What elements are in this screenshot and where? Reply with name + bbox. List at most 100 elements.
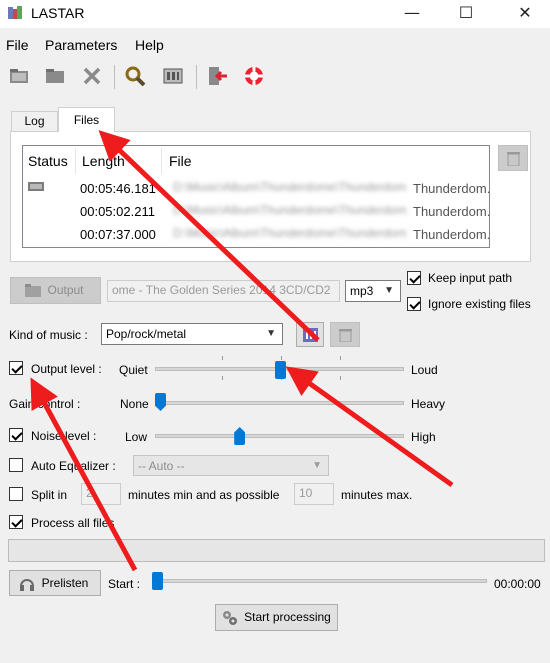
menu-help[interactable]: Help [135, 37, 164, 53]
output-level-min-label: Quiet [119, 363, 148, 377]
auto-equalizer-label: Auto Equalizer : [31, 459, 116, 473]
delete-music-preset-button[interactable] [330, 322, 360, 347]
trash-icon [339, 329, 352, 342]
noise-level-label: Noise level : [31, 429, 97, 443]
column-divider [75, 148, 76, 174]
maximize-icon: ☐ [458, 3, 474, 22]
menu-parameters[interactable]: Parameters [45, 37, 117, 53]
split-max-label: minutes max. [341, 488, 413, 502]
edit-music-preset-button[interactable] [296, 322, 324, 347]
split-checkbox[interactable] [9, 487, 23, 501]
close-button[interactable]: ✕ [502, 0, 548, 28]
column-header-status[interactable]: Status [28, 153, 68, 169]
table-row[interactable]: 00:05:02.211 D:\Music\Album\Thunderdome\… [23, 201, 489, 223]
output-button-label: Output [47, 283, 84, 297]
start-processing-label: Start processing [244, 610, 331, 624]
process-all-files-checkbox[interactable] [9, 515, 23, 529]
noise-level-min-label: Low [125, 430, 148, 444]
noise-level-slider-thumb[interactable] [234, 427, 246, 445]
minimize-icon: — [404, 3, 420, 22]
maximize-button[interactable]: ☐ [443, 0, 489, 28]
kind-of-music-value: Pop/rock/metal [106, 327, 187, 341]
column-header-length[interactable]: Length [82, 153, 152, 169]
gears-icon [223, 611, 237, 625]
prelisten-button[interactable]: Prelisten [9, 570, 101, 596]
start-processing-button[interactable]: Start processing [215, 604, 338, 631]
prelisten-time: 00:00:00 [494, 577, 541, 591]
noise-level-checkbox[interactable] [9, 428, 23, 442]
delete-icon[interactable] [80, 64, 104, 88]
output-button[interactable]: Output [10, 277, 101, 304]
title-bar: LASTAR — ☐ ✕ [0, 0, 550, 28]
toolbar-separator [114, 65, 115, 89]
gain-control-track[interactable] [155, 401, 404, 405]
lastar-window: LASTAR — ☐ ✕ File Parameters Help Log Fi… [0, 0, 550, 663]
gain-control-label: Gain control : [9, 397, 81, 411]
settings-icon[interactable] [161, 64, 185, 88]
help-lifebuoy-icon[interactable] [242, 64, 266, 88]
headphones-icon [20, 579, 34, 591]
prelisten-position-thumb[interactable] [152, 572, 163, 590]
split-max-input[interactable]: 10 [294, 483, 334, 505]
output-level-checkbox[interactable] [9, 361, 23, 375]
auto-equalizer-value: -- Auto -- [138, 459, 185, 473]
column-divider [161, 148, 162, 174]
menu-file[interactable]: File [6, 37, 29, 53]
column-header-file[interactable]: File [169, 153, 192, 169]
row-file: Thunderdom... [413, 227, 490, 242]
output-format-value: mp3 [350, 284, 374, 298]
slider-tick [222, 376, 223, 380]
tab-log[interactable]: Log [11, 111, 58, 132]
folder-icon[interactable] [43, 64, 67, 88]
slider-tick [340, 376, 341, 380]
menu-bar: File Parameters Help [0, 34, 550, 56]
output-level-label: Output level : [31, 362, 102, 376]
split-label: Split in [31, 488, 68, 502]
table-row[interactable]: 00:05:46.181 D:\Music\Album\Thunderdome\… [23, 178, 489, 200]
slider-tick [222, 356, 223, 360]
kind-of-music-label: Kind of music : [9, 328, 88, 342]
row-length: 00:05:46.181 [80, 181, 156, 196]
folder-icon [25, 284, 41, 297]
chevron-down-icon: ▼ [384, 285, 394, 296]
auto-equalizer-checkbox[interactable] [9, 458, 23, 472]
toolbar [0, 60, 550, 94]
kind-of-music-select[interactable]: Pop/rock/metal ▼ [101, 323, 283, 345]
keep-input-path-checkbox[interactable] [407, 271, 421, 285]
prelisten-button-label: Prelisten [41, 576, 89, 590]
output-level-slider-thumb[interactable] [275, 361, 286, 379]
split-min-label: minutes min and as possible [128, 488, 280, 502]
exit-icon[interactable] [205, 64, 229, 88]
start-position-label: Start : [108, 577, 141, 591]
ignore-existing-label: Ignore existing files [428, 297, 531, 311]
row-length: 00:07:37.000 [80, 227, 156, 242]
split-min-input[interactable]: 2 [81, 483, 121, 505]
search-icon[interactable] [123, 64, 147, 88]
auto-equalizer-select[interactable]: -- Auto -- ▼ [133, 455, 329, 476]
row-length: 00:05:02.211 [80, 204, 155, 219]
slider-tick [281, 356, 282, 360]
toolbar-separator [196, 65, 197, 89]
window-title: LASTAR [31, 5, 85, 21]
process-all-files-label: Process all files [31, 516, 115, 530]
minimize-button[interactable]: — [389, 0, 435, 28]
output-format-select[interactable]: mp3 ▼ [345, 280, 401, 302]
noise-level-track[interactable] [155, 434, 404, 438]
output-path-field[interactable]: ome - The Golden Series 2014 3CD/CD2 [107, 280, 340, 302]
prelisten-position-track[interactable] [154, 579, 487, 583]
slider-tick [340, 356, 341, 360]
gain-control-max-label: Heavy [411, 397, 446, 411]
gain-control-slider-thumb[interactable] [155, 393, 166, 411]
row-file: Thunderdom... [413, 181, 490, 196]
settings-icon [303, 328, 318, 342]
table-row[interactable]: 00:07:37.000 D:\Music\Album\Thunderdome\… [23, 224, 489, 246]
gain-control-min-label: None [120, 397, 149, 411]
open-folder-icon[interactable] [7, 64, 31, 88]
ignore-existing-checkbox[interactable] [407, 297, 421, 311]
app-logo-icon [8, 6, 22, 19]
noise-level-max-label: High [411, 430, 436, 444]
tab-files[interactable]: Files [58, 107, 115, 132]
remove-file-button[interactable] [498, 145, 528, 171]
files-list[interactable]: Status Length File 00:05:46.181 D:\Music… [22, 145, 490, 248]
output-level-max-label: Loud [411, 363, 438, 377]
